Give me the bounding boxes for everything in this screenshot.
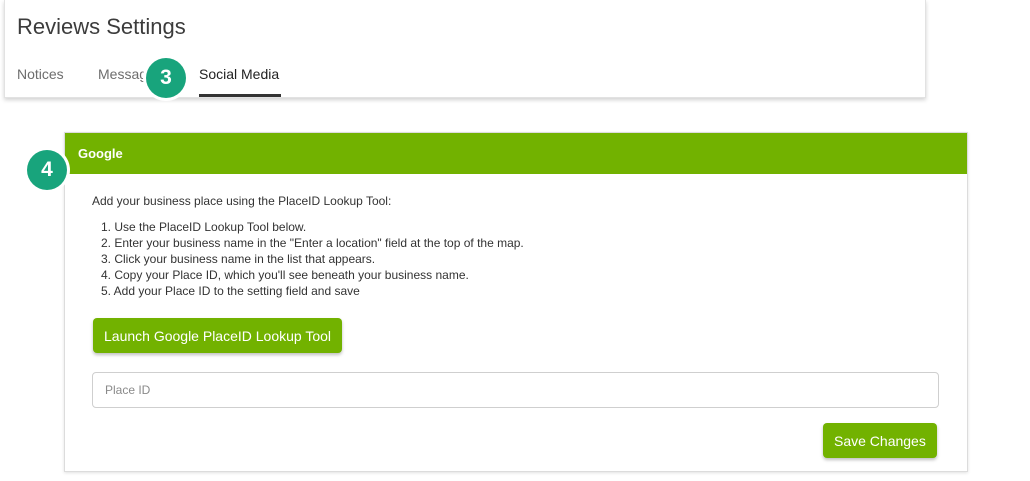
place-id-input[interactable] (92, 372, 939, 408)
panel-title: Google (78, 146, 123, 161)
tab-notices[interactable]: Notices (17, 66, 64, 82)
save-changes-button[interactable]: Save Changes (823, 423, 937, 458)
step-badge-4: 4 (27, 150, 67, 190)
list-item: 4. Copy your Place ID, which you'll see … (101, 268, 469, 282)
page-title: Reviews Settings (17, 14, 186, 39)
launch-placeid-lookup-button[interactable]: Launch Google PlaceID Lookup Tool (93, 318, 343, 353)
panel-header: Google (65, 133, 967, 174)
step-badge-3: 3 (146, 58, 186, 98)
settings-header: Reviews Settings Notices Messag Social M… (4, 0, 926, 98)
list-item: 3. Click your business name in the list … (101, 252, 376, 266)
instructions-list: 1. Use the PlaceID Lookup Tool below. 2.… (101, 219, 524, 299)
instructions-intro: Add your business place using the PlaceI… (92, 194, 392, 208)
tab-messages[interactable]: Messag (98, 66, 147, 82)
tab-social-media[interactable]: Social Media (199, 66, 279, 82)
active-tab-indicator (199, 94, 281, 97)
google-settings-panel: Google Add your business place using the… (64, 132, 968, 472)
list-item: 5. Add your Place ID to the setting fiel… (101, 284, 360, 298)
list-item: 2. Enter your business name in the "Ente… (101, 236, 524, 250)
list-item: 1. Use the PlaceID Lookup Tool below. (101, 220, 307, 234)
